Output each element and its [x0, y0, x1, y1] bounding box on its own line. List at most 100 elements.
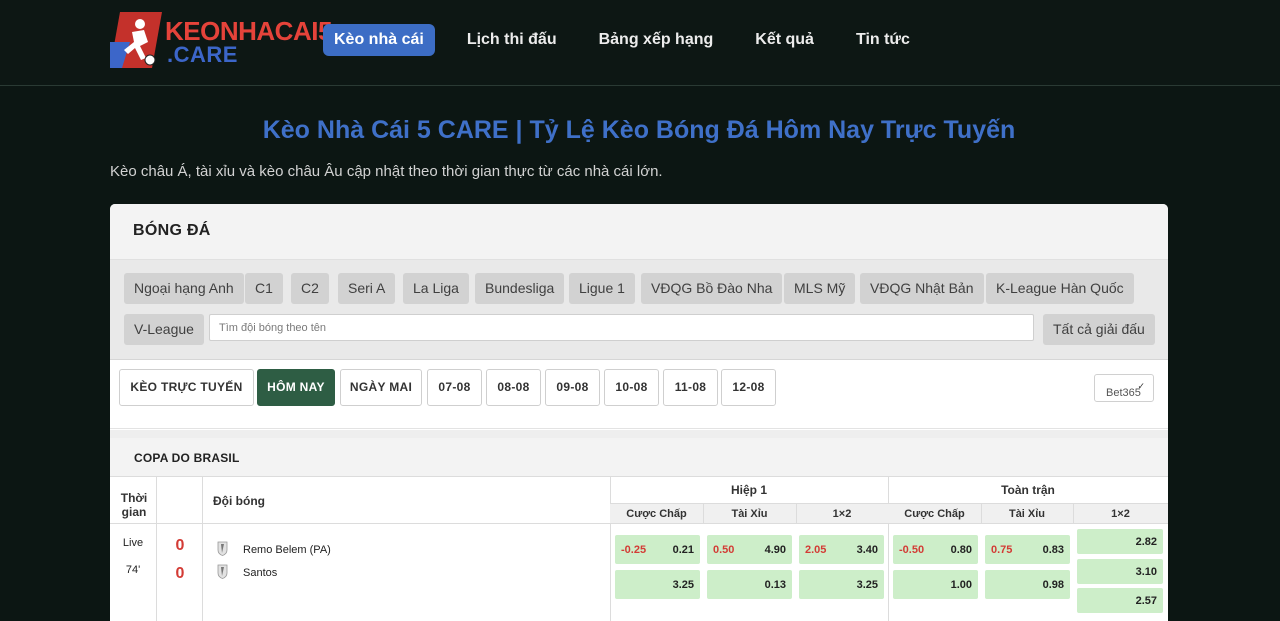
league-chip[interactable]: MLS Mỹ — [784, 273, 856, 304]
tab-date[interactable]: 10-08 — [604, 369, 659, 406]
league-chip[interactable]: Seri A — [338, 273, 396, 304]
odds-value: 3.25 — [856, 579, 878, 591]
odds-card: BÓNG ĐÁ Ngoại hạng Anh C1 C2 Seri A La L… — [110, 204, 1168, 621]
league-chip[interactable]: La Liga — [403, 273, 469, 304]
away-team-name: Santos — [243, 567, 278, 579]
odds-half-over[interactable]: 0.50 4.90 — [707, 535, 792, 564]
bookmaker-value: Bet365 — [1106, 387, 1141, 399]
away-score: 0 — [175, 565, 185, 582]
odds-value: 2.57 — [1135, 595, 1157, 607]
team-search-input[interactable] — [209, 314, 1034, 341]
col-time: Thời gian — [120, 491, 148, 519]
odds-value: 0.13 — [764, 579, 786, 591]
odds-line: -0.25 — [621, 544, 647, 556]
site-header: KEONHACAI5 .CARE Kèo nhà cái Lịch thi đấ… — [0, 0, 1280, 86]
divider — [156, 477, 157, 621]
col-teams: Đội bóng — [213, 494, 265, 508]
all-leagues-button[interactable]: Tất cả giải đấu — [1043, 314, 1155, 345]
odds-value: 2.82 — [1135, 536, 1157, 548]
nav-ket-qua[interactable]: Kết quả — [755, 24, 814, 56]
nav-lich-thi-dau[interactable]: Lịch thi đấu — [467, 24, 557, 56]
league-chip[interactable]: C1 — [245, 273, 283, 304]
divider — [110, 523, 610, 524]
odds-value: 0.98 — [1042, 579, 1064, 591]
odds-half-handicap-away[interactable]: 3.25 — [615, 570, 700, 599]
team-shield-icon — [217, 564, 228, 579]
site-logo[interactable]: KEONHACAI5 .CARE — [110, 12, 332, 70]
odds-value: 1.00 — [950, 579, 972, 591]
match-minute: 74' — [125, 564, 141, 576]
odds-value: 0.83 — [1042, 544, 1064, 556]
league-filter: Ngoại hạng Anh C1 C2 Seri A La Liga Bund… — [110, 260, 1168, 360]
col-half: Hiệp 1 — [730, 483, 767, 497]
odds-line: 0.75 — [991, 544, 1013, 556]
odds-full-over[interactable]: 0.75 0.83 — [985, 535, 1070, 564]
tab-date[interactable]: 07-08 — [427, 369, 482, 406]
card-header: BÓNG ĐÁ — [110, 204, 1168, 260]
odds-full-handicap-away[interactable]: 1.00 — [893, 570, 978, 599]
odds-value: 4.90 — [764, 544, 786, 556]
odds-value: 3.40 — [856, 544, 878, 556]
league-chip[interactable]: VĐQG Bồ Đào Nha — [641, 273, 783, 304]
odds-value: 3.10 — [1135, 566, 1157, 578]
page-description: Kèo châu Á, tài xỉu và kèo châu Âu cập n… — [110, 163, 663, 180]
odds-value: 3.25 — [672, 579, 694, 591]
league-chip[interactable]: C2 — [291, 273, 329, 304]
odds-value: 0.21 — [672, 544, 694, 556]
date-tabs: KÈO TRỰC TUYẾN HÔM NAY NGÀY MAI 07-08 08… — [110, 361, 1168, 429]
nav-keo-nha-cai[interactable]: Kèo nhà cái — [323, 24, 435, 56]
league-chip[interactable]: Ngoại hạng Anh — [124, 273, 244, 304]
col-half-handicap: Cược Chấp — [626, 508, 687, 520]
odds-half-under[interactable]: 0.13 — [707, 570, 792, 599]
odds-full-1x2-away[interactable]: 2.57 — [1077, 588, 1163, 613]
competition-header: COPA DO BRASIL — [110, 438, 1168, 477]
competition-name: COPA DO BRASIL — [134, 451, 240, 465]
tab-live-odds[interactable]: KÈO TRỰC TUYẾN — [119, 369, 254, 406]
league-chip[interactable]: Ligue 1 — [569, 273, 635, 304]
nav-bang-xep-hang[interactable]: Bảng xếp hạng — [599, 24, 714, 56]
tab-date[interactable]: 09-08 — [545, 369, 600, 406]
odds-line: -0.50 — [899, 544, 925, 556]
bookmaker-select[interactable]: Bet365 ✓ — [1094, 374, 1154, 402]
odds-line: 2.05 — [805, 544, 827, 556]
logo-footballer-icon — [110, 12, 162, 68]
nav-tin-tuc[interactable]: Tin tức — [856, 24, 910, 56]
odds-half-handicap-home[interactable]: -0.25 0.21 — [615, 535, 700, 564]
league-chip[interactable]: K-League Hàn Quốc — [986, 273, 1134, 304]
section-divider — [110, 430, 1168, 438]
col-full: Toàn trận — [1001, 483, 1055, 497]
odds-value: 0.80 — [950, 544, 972, 556]
col-half-over-under: Tài Xỉu — [731, 508, 768, 520]
home-score: 0 — [175, 537, 185, 554]
team-shield-icon — [217, 541, 228, 556]
card-title: BÓNG ĐÁ — [133, 222, 211, 239]
home-team-name: Remo Belem (PA) — [243, 544, 331, 556]
odds-full-1x2-home[interactable]: 2.82 — [1077, 529, 1163, 554]
odds-full-under[interactable]: 0.98 — [985, 570, 1070, 599]
match-status: Live — [122, 537, 144, 549]
tab-tomorrow[interactable]: NGÀY MAI — [340, 369, 422, 406]
odds-full-1x2-draw[interactable]: 3.10 — [1077, 559, 1163, 584]
odds-full-handicap-home[interactable]: -0.50 0.80 — [893, 535, 978, 564]
col-half-1x2: 1×2 — [832, 508, 852, 520]
main-nav: Kèo nhà cái Lịch thi đấu Bảng xếp hạng K… — [323, 24, 952, 56]
divider — [202, 477, 203, 621]
odds-table: Thời gian Đội bóng Hiệp 1 Toàn trận Cược… — [110, 477, 1168, 621]
tab-date[interactable]: 11-08 — [663, 369, 718, 406]
col-full-1x2: 1×2 — [1111, 508, 1130, 520]
tab-date[interactable]: 12-08 — [721, 369, 776, 406]
chevron-down-icon: ✓ — [1137, 381, 1145, 391]
logo-text-secondary: .CARE — [167, 42, 238, 67]
divider — [610, 477, 611, 621]
tab-date[interactable]: 08-08 — [486, 369, 541, 406]
odds-half-1x2-home[interactable]: 2.05 3.40 — [799, 535, 884, 564]
league-chip[interactable]: VĐQG Nhật Bản — [860, 273, 984, 304]
page-title: Kèo Nhà Cái 5 CARE | Tỷ Lệ Kèo Bóng Đá H… — [262, 116, 1016, 144]
col-full-handicap: Cược Chấp — [904, 508, 965, 520]
col-full-over-under: Tài Xỉu — [1008, 508, 1046, 520]
league-chip[interactable]: Bundesliga — [475, 273, 565, 304]
odds-half-1x2-away[interactable]: 3.25 — [799, 570, 884, 599]
odds-line: 0.50 — [713, 544, 735, 556]
tab-today[interactable]: HÔM NAY — [257, 369, 335, 406]
league-chip[interactable]: V-League — [124, 314, 204, 345]
